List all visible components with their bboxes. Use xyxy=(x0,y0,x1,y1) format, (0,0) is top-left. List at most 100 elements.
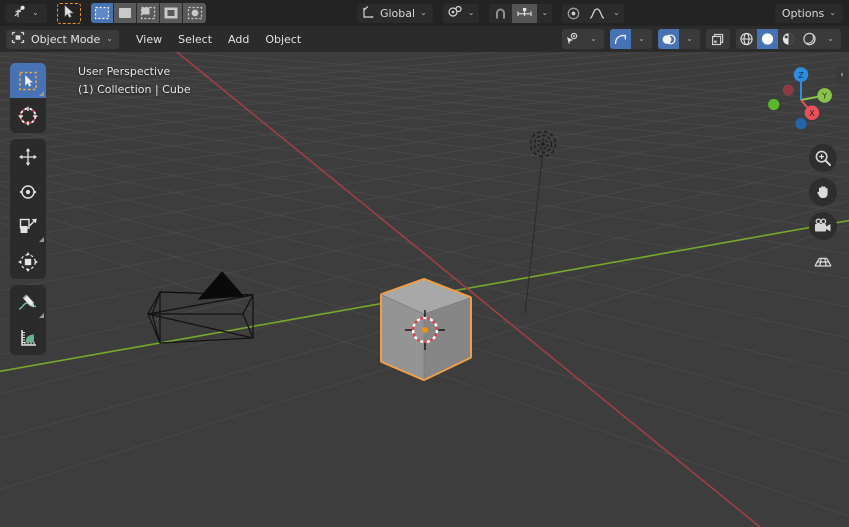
gizmo-toggle-button[interactable] xyxy=(610,29,631,49)
chevron-down-icon: ⌄ xyxy=(32,9,39,17)
proportional-falloff-chevron[interactable]: ⌄ xyxy=(609,4,624,23)
options-button[interactable]: Options ⌄ xyxy=(775,4,843,23)
tool-annotate[interactable] xyxy=(10,285,46,320)
xray-toggle-button[interactable] xyxy=(706,29,730,49)
gizmo-axis-x: X xyxy=(805,105,820,120)
menu-select[interactable]: Select xyxy=(171,30,219,49)
object-visibility-chevron[interactable]: ⌄ xyxy=(583,29,604,49)
sidebar-collapse-button[interactable]: ‹ xyxy=(836,66,848,84)
shading-material-button[interactable] xyxy=(778,29,799,49)
chevron-down-icon: ⌄ xyxy=(541,9,548,17)
tool-submenu-indicator xyxy=(39,313,44,318)
chevron-down-icon: ⌄ xyxy=(590,35,597,43)
tool-rotate[interactable] xyxy=(10,174,46,209)
snap-options-chevron[interactable]: ⌄ xyxy=(537,4,552,23)
header-right-controls: ⌄ ⌄ xyxy=(562,29,841,49)
overlays-chevron[interactable]: ⌄ xyxy=(679,29,700,49)
editor-type-icon xyxy=(13,5,28,22)
shading-wireframe-button[interactable] xyxy=(736,29,757,49)
chevron-down-icon: ⌄ xyxy=(106,35,113,43)
blender-window: ⌄ xyxy=(0,0,849,527)
select-mode-subtract[interactable] xyxy=(137,3,160,23)
tool-group-select xyxy=(10,63,46,133)
chevron-down-icon: ⌄ xyxy=(468,9,475,17)
tool-move[interactable] xyxy=(10,139,46,174)
ortho-persp-button[interactable] xyxy=(809,246,837,274)
gizmo-axis-z: Z xyxy=(794,67,809,82)
gizmo-axis-neg-z xyxy=(795,118,806,129)
3d-viewport[interactable]: User Perspective (1) Collection | Cube xyxy=(0,52,849,527)
tool-group-annotate xyxy=(10,285,46,355)
menu-view[interactable]: View xyxy=(129,30,169,49)
shading-chevron[interactable]: ⌄ xyxy=(820,29,841,49)
tool-transform[interactable] xyxy=(10,244,46,279)
object-mode-icon xyxy=(11,31,25,47)
header-menu-bar: View Select Add Object xyxy=(127,30,308,49)
select-mode-extend[interactable] xyxy=(114,3,137,23)
viewport-info-text: User Perspective (1) Collection | Cube xyxy=(78,63,191,99)
transform-orientation-label: Global xyxy=(380,7,415,20)
tool-group-transform xyxy=(10,139,46,279)
chevron-down-icon: ⌄ xyxy=(829,9,836,17)
viewport-nav-buttons xyxy=(809,144,837,274)
navigation-gizmo[interactable]: Z Y X xyxy=(761,60,841,140)
gizmo-label-z: Z xyxy=(798,70,804,80)
object-visibility-group[interactable]: ⌄ xyxy=(562,29,604,49)
select-mode-invert[interactable] xyxy=(160,3,183,23)
pivot-point-selector[interactable]: ⌄ xyxy=(443,4,480,23)
tool-cursor[interactable] xyxy=(10,98,46,133)
snap-target-button[interactable] xyxy=(512,4,537,23)
tool-settings-topbar: ⌄ xyxy=(0,0,849,26)
select-mode-set[interactable] xyxy=(91,3,114,23)
gizmo-axis-neg-x xyxy=(783,84,794,95)
cursor-arrow-icon xyxy=(64,5,75,21)
menu-object[interactable]: Object xyxy=(258,30,308,49)
viewport-collection-label: (1) Collection | Cube xyxy=(78,81,191,99)
chevron-down-icon: ⌄ xyxy=(420,9,427,17)
gizmo-label-y: Y xyxy=(821,91,827,101)
viewport-header: Object Mode ⌄ View Select Add Object xyxy=(0,26,849,52)
shading-rendered-button[interactable] xyxy=(799,29,820,49)
viewport-perspective-label: User Perspective xyxy=(78,63,191,81)
select-mode-group[interactable] xyxy=(91,3,206,23)
pan-button[interactable] xyxy=(809,178,837,206)
tool-submenu-indicator xyxy=(39,237,44,242)
chevron-down-icon: ⌄ xyxy=(613,9,620,17)
tool-tweak[interactable] xyxy=(10,63,46,98)
tool-submenu-indicator xyxy=(39,91,44,96)
select-mode-intersect[interactable] xyxy=(183,3,206,23)
gizmo-label-x: X xyxy=(809,108,815,118)
interaction-mode-selector[interactable]: Object Mode ⌄ xyxy=(6,30,119,49)
gizmo-group[interactable]: ⌄ xyxy=(610,29,652,49)
shading-solid-button[interactable] xyxy=(757,29,778,49)
proportional-falloff-button[interactable] xyxy=(585,4,609,23)
chevron-down-icon: ⌄ xyxy=(686,35,693,43)
gizmo-axis-y: Y xyxy=(817,88,832,103)
options-label: Options xyxy=(782,7,824,20)
proportional-edit-toggle[interactable] xyxy=(562,4,585,23)
overlays-group[interactable]: ⌄ xyxy=(658,29,700,49)
gizmo-chevron[interactable]: ⌄ xyxy=(631,29,652,49)
tool-measure[interactable] xyxy=(10,320,46,355)
interaction-mode-label: Object Mode xyxy=(31,33,100,46)
chevron-down-icon: ⌄ xyxy=(827,35,834,43)
menu-add[interactable]: Add xyxy=(221,30,256,49)
viewport-scene xyxy=(0,52,849,527)
transform-orientation-selector[interactable]: Global ⌄ xyxy=(357,4,433,23)
tool-scale[interactable] xyxy=(10,209,46,244)
gizmo-axis-neg-y xyxy=(768,99,779,110)
overlays-toggle-button[interactable] xyxy=(658,29,679,49)
pivot-icon xyxy=(448,5,463,21)
active-tool-button[interactable] xyxy=(57,3,81,24)
shading-mode-group[interactable]: ⌄ xyxy=(736,29,841,49)
chevron-down-icon: ⌄ xyxy=(638,35,645,43)
editor-type-selector[interactable]: ⌄ xyxy=(5,4,47,23)
object-visibility-button[interactable] xyxy=(562,29,583,49)
viewport-toolbar xyxy=(10,63,46,361)
proportional-editing-group[interactable]: ⌄ xyxy=(562,4,624,23)
camera-view-button[interactable] xyxy=(809,212,837,240)
zoom-button[interactable] xyxy=(809,144,837,172)
snap-toggle-button[interactable] xyxy=(489,4,512,23)
snapping-group[interactable]: ⌄ xyxy=(489,4,552,23)
orientation-icon xyxy=(361,5,375,22)
